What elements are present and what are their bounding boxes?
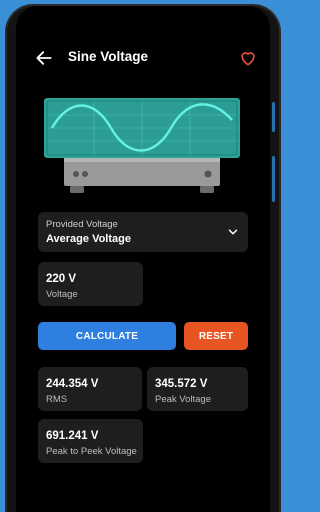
voltage-input-value[interactable]: 220 V <box>46 273 76 285</box>
result-rms-card: 244.354 V RMS <box>38 367 142 411</box>
result-label: RMS <box>46 394 68 405</box>
voltage-input-label: Voltage <box>46 289 78 300</box>
power-button <box>272 156 275 202</box>
app-bar: Sine Voltage <box>16 42 270 74</box>
result-label: Peak to Peek Voltage <box>46 446 137 457</box>
provided-voltage-select[interactable]: Provided Voltage Average Voltage <box>38 212 248 252</box>
voltage-input-card[interactable]: 220 V Voltage <box>38 262 143 306</box>
oscilloscope-illustration <box>44 98 240 193</box>
app-screen: Sine Voltage Provided Voltage Average Vo… <box>16 6 270 512</box>
result-value: 691.241 V <box>46 430 99 442</box>
result-peak-to-peak-card: 691.241 V Peak to Peek Voltage <box>38 419 143 463</box>
volume-button <box>272 102 275 132</box>
result-value: 345.572 V <box>155 378 208 390</box>
result-peak-card: 345.572 V Peak Voltage <box>147 367 248 411</box>
reset-button[interactable]: RESET <box>184 322 248 350</box>
page-title: Sine Voltage <box>68 49 149 64</box>
heart-outline-icon[interactable] <box>238 48 258 68</box>
result-value: 244.354 V <box>46 378 99 390</box>
phone-frame: Sine Voltage Provided Voltage Average Vo… <box>7 6 279 512</box>
select-label: Provided Voltage <box>46 219 118 230</box>
result-label: Peak Voltage <box>155 394 211 405</box>
select-value: Average Voltage <box>46 233 131 245</box>
chevron-down-icon <box>228 229 238 235</box>
arrow-left-icon[interactable] <box>34 48 54 68</box>
calculate-button[interactable]: CALCULATE <box>38 322 176 350</box>
